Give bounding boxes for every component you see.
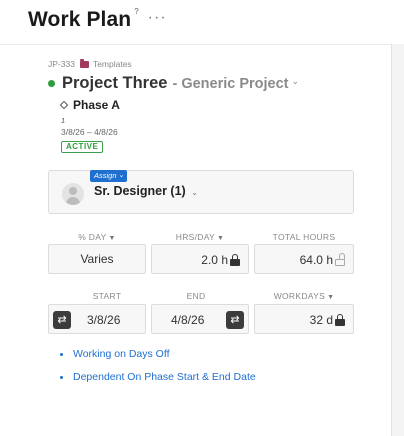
project-type: - Generic Project xyxy=(172,75,289,92)
phase-date-range: 3/8/26 – 4/8/26 xyxy=(61,127,118,137)
link-label: Working on Days Off xyxy=(73,348,170,360)
workdays-value: 32 d xyxy=(309,313,333,327)
link-dependent-on-phase[interactable]: Dependent On Phase Start & End Date xyxy=(60,371,256,383)
pct-day-field[interactable]: Varies xyxy=(48,244,146,274)
workdays-label: WORKDAYS xyxy=(273,291,326,301)
header: Work Plan ? ··· xyxy=(28,6,167,34)
breadcrumb: JP-333 Templates xyxy=(48,58,132,69)
phase-number: 1 xyxy=(61,116,66,125)
total-hours-label: TOTAL HOURS xyxy=(272,232,336,242)
link-working-on-days-off[interactable]: Working on Days Off xyxy=(60,348,169,360)
hrs-day-field[interactable]: 2.0 h xyxy=(151,244,249,274)
project-name[interactable]: Project Three xyxy=(62,74,167,93)
pct-day-label: % DAY xyxy=(78,232,107,242)
chevron-down-icon: ⌄ xyxy=(191,188,198,197)
hrs-day-header[interactable]: HRS/DAY ▼ xyxy=(151,232,249,242)
chevron-down-icon: ⌄ xyxy=(118,172,125,179)
more-options-icon[interactable]: ··· xyxy=(148,9,167,27)
hrs-day-value: 2.0 h xyxy=(201,253,228,267)
project-id[interactable]: JP-333 xyxy=(48,59,75,69)
diamond-icon xyxy=(59,100,69,110)
phase-name[interactable]: Phase A xyxy=(73,98,120,112)
unlock-icon[interactable] xyxy=(335,253,345,266)
start-date-field[interactable]: ⇄ 3/8/26 xyxy=(48,304,146,334)
end-label: END xyxy=(186,291,206,301)
project-status-dot xyxy=(48,80,55,87)
breadcrumb-folder[interactable]: Templates xyxy=(93,59,132,69)
start-date-value: 3/8/26 xyxy=(87,313,121,327)
bullet xyxy=(60,375,63,379)
swap-icon[interactable]: ⇄ xyxy=(53,311,71,329)
end-date-field[interactable]: 4/8/26 ⇄ xyxy=(151,304,249,334)
start-label: START xyxy=(92,291,122,301)
workdays-field[interactable]: 32 d xyxy=(254,304,354,334)
caret-down-icon: ▼ xyxy=(217,235,225,242)
folder-icon xyxy=(79,58,89,68)
swap-icon[interactable]: ⇄ xyxy=(226,311,244,329)
total-hours-value: 64.0 h xyxy=(299,253,333,267)
caret-down-icon: ▼ xyxy=(108,235,116,242)
total-hours-field[interactable]: 64.0 h xyxy=(254,244,354,274)
role-selector[interactable]: Sr. Designer (1) ⌄ xyxy=(94,184,198,198)
total-hours-header: TOTAL HOURS xyxy=(254,232,354,242)
end-date-value: 4/8/26 xyxy=(171,313,205,327)
project-row: Project Three - Generic Project ⌄ xyxy=(48,74,299,93)
end-header: END xyxy=(146,291,246,301)
assignment-card: Assign ⌄ Sr. Designer (1) ⌄ xyxy=(48,170,354,214)
help-icon[interactable]: ? xyxy=(134,7,138,16)
lock-icon[interactable] xyxy=(230,254,240,266)
phase-row: Phase A xyxy=(59,98,120,112)
assign-label: Assign xyxy=(94,171,117,180)
hrs-day-label: HRS/DAY xyxy=(175,232,216,242)
page-title: Work Plan xyxy=(28,8,132,31)
pct-day-header[interactable]: % DAY ▼ xyxy=(48,232,146,242)
bullet xyxy=(60,352,63,356)
lock-icon[interactable] xyxy=(335,314,345,326)
workdays-header[interactable]: WORKDAYS ▼ xyxy=(254,291,354,301)
role-label: Sr. Designer (1) xyxy=(94,184,186,198)
caret-down-icon: ▼ xyxy=(327,294,335,301)
side-panel-edge xyxy=(391,44,404,436)
assign-button[interactable]: Assign ⌄ xyxy=(90,170,128,182)
chevron-down-icon[interactable]: ⌄ xyxy=(292,76,300,87)
link-label: Dependent On Phase Start & End Date xyxy=(73,371,256,383)
avatar-icon xyxy=(62,183,84,205)
status-badge: ACTIVE xyxy=(61,141,104,153)
pct-day-value: Varies xyxy=(80,252,114,266)
